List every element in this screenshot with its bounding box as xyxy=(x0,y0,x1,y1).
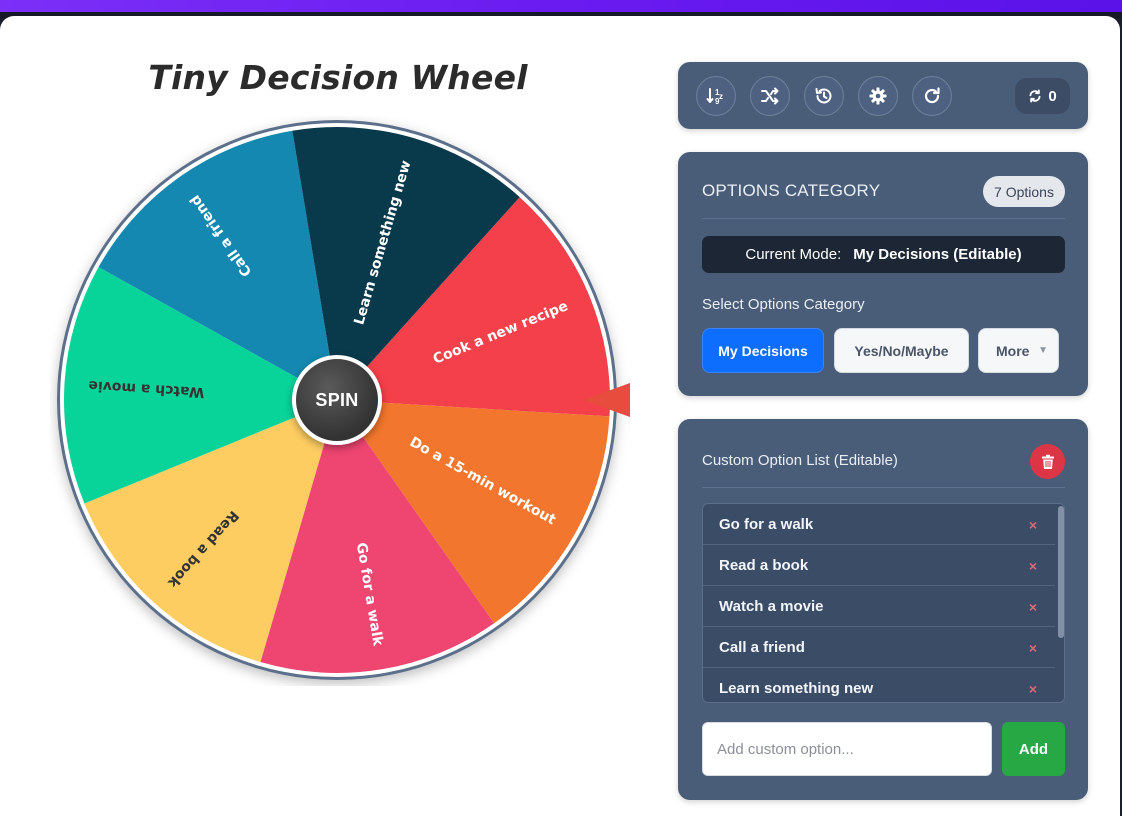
spin-count: 0 xyxy=(1048,87,1057,105)
reset-icon xyxy=(924,87,940,104)
history-button[interactable] xyxy=(804,76,844,116)
svg-text:z: z xyxy=(719,92,723,101)
custom-list-panel: Custom Option List (Editable) Go for a w… xyxy=(678,419,1088,800)
custom-list-title: Custom Option List (Editable) xyxy=(702,452,898,469)
spin-button[interactable]: SPIN xyxy=(292,355,382,445)
remove-icon[interactable]: × xyxy=(1029,681,1037,697)
select-category-label: Select Options Category xyxy=(702,296,865,313)
options-count-badge: 7 Options xyxy=(983,176,1065,207)
clear-list-button[interactable] xyxy=(1030,444,1065,479)
gear-icon xyxy=(869,87,887,105)
list-item: Go for a walk × xyxy=(703,504,1055,545)
remove-icon[interactable]: × xyxy=(1029,558,1037,574)
sort-icon: 1 9 z xyxy=(706,88,723,106)
sort-button[interactable]: 1 9 z xyxy=(696,76,736,116)
more-label: More xyxy=(996,342,1030,359)
custom-option-input[interactable] xyxy=(702,722,992,776)
my-decisions-button[interactable]: My Decisions xyxy=(702,328,824,373)
settings-button[interactable] xyxy=(858,76,898,116)
reset-button[interactable] xyxy=(912,76,952,116)
list-item: Watch a movie × xyxy=(703,586,1055,627)
page-title: Tiny Decision Wheel xyxy=(148,58,528,97)
more-dropdown[interactable]: More ▼ xyxy=(978,328,1059,373)
list-item: Call a friend × xyxy=(703,627,1055,668)
yes-no-maybe-button[interactable]: Yes/No/Maybe xyxy=(834,328,969,373)
list-item-label: Call a friend xyxy=(719,638,805,656)
shuffle-button[interactable] xyxy=(750,76,790,116)
current-mode-bar: Current Mode: My Decisions (Editable) xyxy=(702,236,1065,273)
list-item-label: Learn something new xyxy=(719,679,874,697)
sync-icon xyxy=(1029,89,1041,103)
option-list[interactable]: Go for a walk × Read a book × Watch a mo… xyxy=(702,503,1065,703)
add-option-button[interactable]: Add xyxy=(1002,722,1065,776)
remove-icon[interactable]: × xyxy=(1029,517,1037,533)
mode-value: My Decisions (Editable) xyxy=(853,246,1022,263)
spin-counter: 0 xyxy=(1015,78,1070,114)
remove-icon[interactable]: × xyxy=(1029,640,1037,656)
shuffle-icon xyxy=(761,87,779,105)
top-accent-bar xyxy=(0,0,1122,12)
remove-icon[interactable]: × xyxy=(1029,599,1037,615)
scrollbar-thumb[interactable] xyxy=(1058,506,1064,638)
toolbar-panel: 1 9 z 0 xyxy=(678,62,1088,129)
trash-icon xyxy=(1041,454,1054,469)
list-item-label: Watch a movie xyxy=(719,597,824,615)
divider xyxy=(702,218,1065,219)
history-icon xyxy=(815,88,832,104)
list-item: Learn something new × xyxy=(703,668,1055,702)
list-item: Read a book × xyxy=(703,545,1055,586)
category-title: OPTIONS CATEGORY xyxy=(702,181,881,200)
divider xyxy=(702,487,1065,488)
list-item-label: Go for a walk xyxy=(719,515,814,533)
mode-label: Current Mode: xyxy=(745,246,842,263)
chevron-down-icon: ▼ xyxy=(1038,345,1048,356)
options-category-panel: OPTIONS CATEGORY 7 Options Current Mode:… xyxy=(678,152,1088,396)
list-item-label: Read a book xyxy=(719,556,809,574)
